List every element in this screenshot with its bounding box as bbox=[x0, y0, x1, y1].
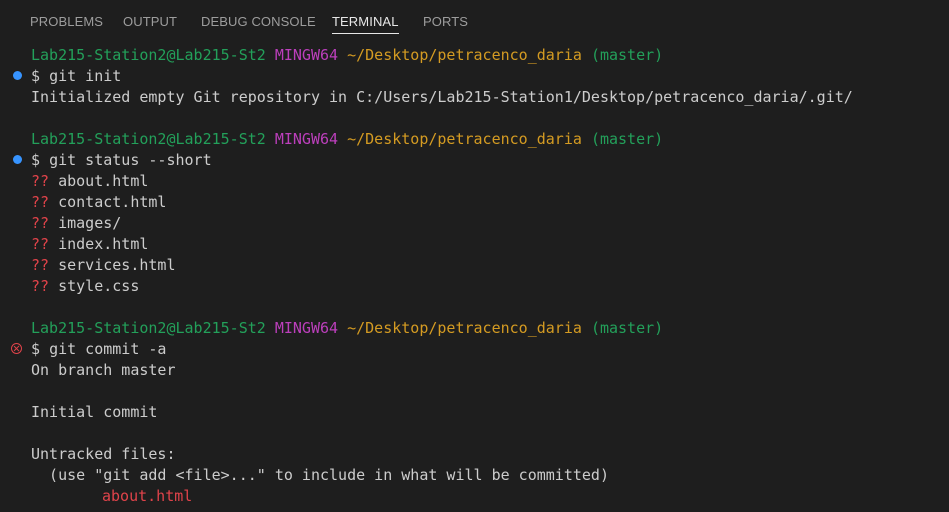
prompt-user: Lab215-Station2@Lab215-St2 bbox=[31, 130, 266, 148]
tab-terminal[interactable]: TERMINAL bbox=[332, 14, 399, 34]
terminal-panel: PROBLEMS OUTPUT DEBUG CONSOLE TERMINAL P… bbox=[0, 0, 949, 512]
status-file-line: ?? style.css bbox=[31, 276, 139, 297]
command-success-icon[interactable] bbox=[13, 155, 22, 164]
file-name: services.html bbox=[58, 256, 176, 274]
untracked-marker: ?? bbox=[31, 193, 50, 211]
untracked-marker: ?? bbox=[31, 256, 50, 274]
file-name: images/ bbox=[58, 214, 122, 232]
output-line: (use "git add <file>..." to include in w… bbox=[31, 466, 609, 484]
command-success-icon[interactable] bbox=[13, 71, 22, 80]
tab-ports[interactable]: PORTS bbox=[423, 14, 468, 29]
untracked-marker: ?? bbox=[31, 172, 50, 190]
untracked-marker: ?? bbox=[31, 214, 50, 232]
prompt-line: Lab215-Station2@Lab215-St2 MINGW64 ~/Des… bbox=[31, 318, 663, 339]
status-file-line: ?? about.html bbox=[31, 171, 148, 192]
prompt-path: ~/Desktop/petracenco_daria bbox=[347, 319, 582, 337]
prompt-path: ~/Desktop/petracenco_daria bbox=[347, 46, 582, 64]
output-line: Initialized empty Git repository in C:/U… bbox=[31, 88, 853, 106]
prompt-branch: (master) bbox=[590, 46, 664, 64]
untracked-marker: ?? bbox=[31, 277, 50, 295]
prompt-line: Lab215-Station2@Lab215-St2 MINGW64 ~/Des… bbox=[31, 129, 663, 150]
command-line: $ git init bbox=[31, 66, 121, 87]
output-line: Initial commit bbox=[31, 403, 158, 421]
file-name: contact.html bbox=[58, 193, 167, 211]
prompt-symbol: $ bbox=[31, 67, 41, 85]
prompt-user: Lab215-Station2@Lab215-St2 bbox=[31, 319, 266, 337]
prompt-system: MINGW64 bbox=[274, 46, 339, 64]
status-file-line: ?? services.html bbox=[31, 255, 176, 276]
status-file-line: ?? contact.html bbox=[31, 192, 166, 213]
prompt-symbol: $ bbox=[31, 151, 41, 169]
prompt-system: MINGW64 bbox=[274, 130, 339, 148]
prompt-path: ~/Desktop/petracenco_daria bbox=[347, 130, 582, 148]
prompt-branch: (master) bbox=[590, 319, 664, 337]
status-file-line: ?? index.html bbox=[31, 234, 148, 255]
command-line: $ git commit -a bbox=[31, 339, 166, 360]
command-error-icon[interactable] bbox=[11, 343, 22, 354]
tab-debug-console[interactable]: DEBUG CONSOLE bbox=[201, 14, 316, 29]
prompt-system: MINGW64 bbox=[274, 319, 339, 337]
command-text: git commit -a bbox=[49, 340, 167, 358]
prompt-line: Lab215-Station2@Lab215-St2 MINGW64 ~/Des… bbox=[31, 45, 663, 66]
prompt-user: Lab215-Station2@Lab215-St2 bbox=[31, 46, 266, 64]
untracked-file: about.html bbox=[102, 487, 193, 505]
file-name: style.css bbox=[58, 277, 140, 295]
command-line: $ git status --short bbox=[31, 150, 212, 171]
command-text: git init bbox=[49, 67, 122, 85]
tab-problems[interactable]: PROBLEMS bbox=[30, 14, 103, 29]
untracked-marker: ?? bbox=[31, 235, 50, 253]
status-file-line: ?? images/ bbox=[31, 213, 121, 234]
output-line: On branch master bbox=[31, 361, 176, 379]
file-name: about.html bbox=[58, 172, 149, 190]
command-text: git status --short bbox=[49, 151, 212, 169]
terminal-output[interactable]: Lab215-Station2@Lab215-St2 MINGW64 ~/Des… bbox=[0, 44, 949, 512]
prompt-symbol: $ bbox=[31, 340, 41, 358]
prompt-branch: (master) bbox=[590, 130, 664, 148]
panel-tab-bar: PROBLEMS OUTPUT DEBUG CONSOLE TERMINAL P… bbox=[0, 0, 949, 44]
file-name: index.html bbox=[58, 235, 149, 253]
output-line: Untracked files: bbox=[31, 445, 176, 463]
tab-output[interactable]: OUTPUT bbox=[123, 14, 177, 29]
